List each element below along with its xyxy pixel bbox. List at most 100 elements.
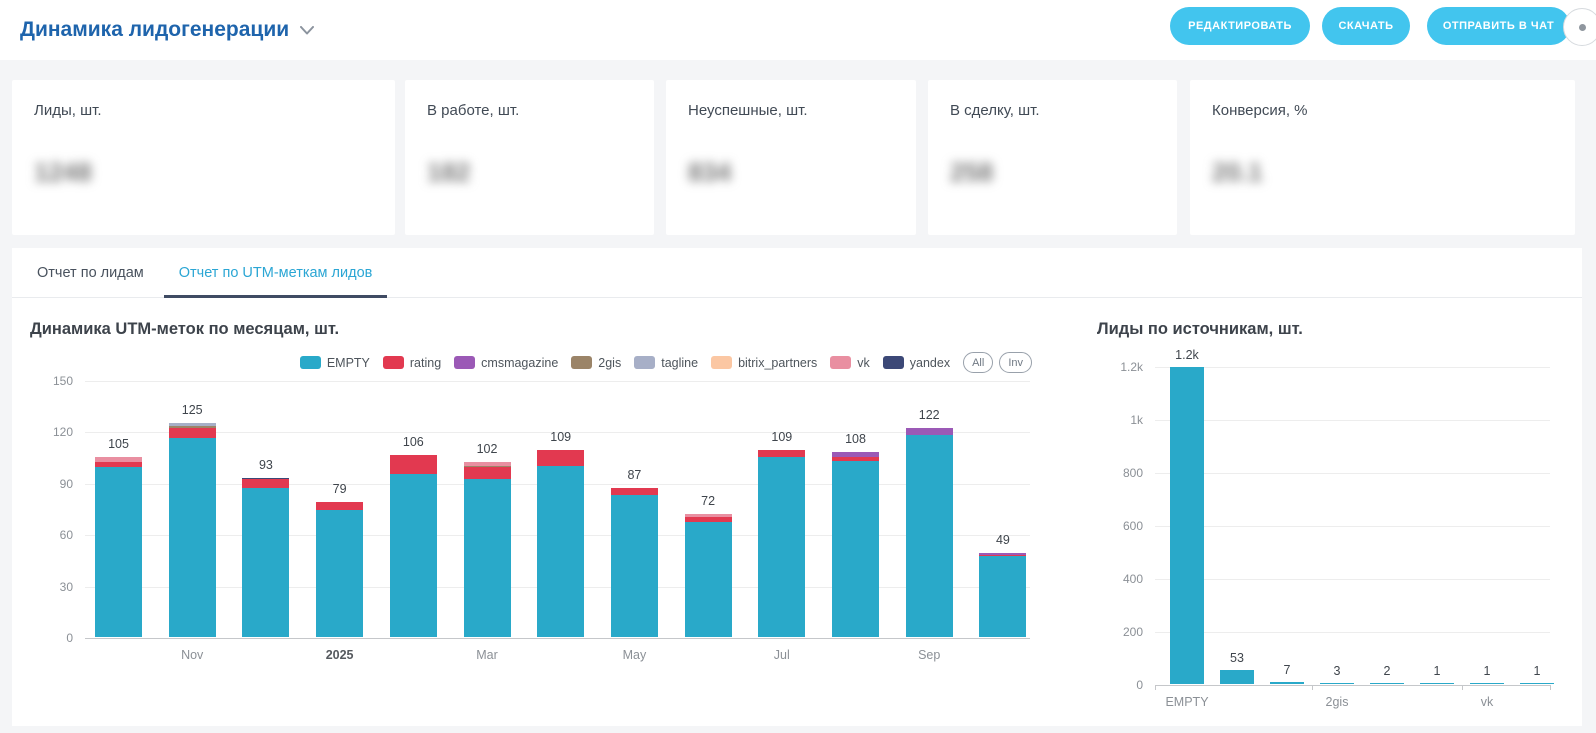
legend: EMPTY rating cmsmagazine 2gis tagline bitrix_… (12, 352, 1032, 373)
source-bar-EMPTY[interactable] (1170, 367, 1204, 684)
edit-button[interactable]: РЕДАКТИРОВАТЬ (1170, 7, 1310, 45)
legend-item-tagline[interactable]: tagline (634, 356, 698, 370)
legend-all-button[interactable]: All (963, 352, 993, 373)
kpi-title: Неуспешные, шт. (688, 102, 916, 119)
legend-swatch-icon (454, 356, 475, 369)
segment-cmsmagazine (906, 428, 953, 435)
more-menu-button[interactable] (1563, 8, 1596, 46)
source-bar-cmsmagazine[interactable] (1270, 682, 1304, 684)
source-bar-vk[interactable] (1470, 683, 1504, 684)
bar-total-label: 106 (403, 435, 424, 449)
gridline (1155, 420, 1550, 421)
stacked-bar-9[interactable] (685, 514, 732, 637)
bar-total-label: 49 (996, 533, 1010, 547)
segment-rating (390, 455, 437, 474)
download-button[interactable]: СКАЧАТЬ (1322, 7, 1410, 45)
bar-total-label: 109 (771, 430, 792, 444)
ellipsis-icon (1579, 24, 1586, 31)
y-tick-label: 150 (53, 374, 73, 388)
gridline (1155, 473, 1550, 474)
legend-item-cmsmagazine[interactable]: cmsmagazine (454, 356, 558, 370)
legend-swatch-icon (300, 356, 321, 369)
segment-EMPTY (758, 457, 805, 637)
x-tick-label: vk (1481, 695, 1494, 709)
segment-EMPTY (242, 488, 289, 637)
stacked-bar-1[interactable] (95, 457, 142, 637)
legend-label: vk (857, 356, 870, 370)
bar-total-label: 105 (108, 437, 129, 451)
legend-inv-button[interactable]: Inv (999, 352, 1032, 373)
x-tick-label: Jul (774, 648, 790, 662)
bar-value-label: 7 (1284, 663, 1291, 677)
segment-EMPTY (906, 435, 953, 637)
stacked-bar-12[interactable] (906, 428, 953, 637)
bar-total-label: 72 (701, 494, 715, 508)
bar-value-label: 1 (1484, 664, 1491, 678)
y-tick-label: 400 (1123, 572, 1143, 586)
legend-item-vk[interactable]: vk (830, 356, 870, 370)
segment-rating (242, 479, 289, 488)
bar-total-label: 109 (550, 430, 571, 444)
bar-total-label: 102 (477, 442, 498, 456)
x-tick-label: Nov (181, 648, 203, 662)
segment-rating (611, 488, 658, 495)
source-bar-bitrix_partners[interactable] (1420, 683, 1454, 684)
gridline (1155, 579, 1550, 580)
legend-item-EMPTY[interactable]: EMPTY (300, 356, 370, 370)
bar-value-label: 1 (1434, 664, 1441, 678)
legend-swatch-icon (830, 356, 851, 369)
stacked-bar-8[interactable] (611, 488, 658, 637)
dashboard-page: Динамика лидогенерации РЕДАКТИРОВАТЬ СКА… (0, 0, 1596, 733)
sources-chart-title: Лиды по источникам, шт. (1097, 320, 1303, 339)
report-panel: Отчет по лидам Отчет по UTM-меткам лидов… (12, 248, 1582, 726)
y-tick-label: 1k (1130, 413, 1143, 427)
kpi-card-converted: В сделку, шт. 258 (928, 80, 1177, 235)
utm-chart-plot: 0306090120150105125Nov93792025106102Mar1… (85, 381, 1030, 638)
gridline (1155, 367, 1550, 368)
legend-label: 2gis (598, 356, 621, 370)
gridline (85, 638, 1030, 639)
kpi-title: В работе, шт. (427, 102, 654, 119)
legend-label: EMPTY (327, 356, 370, 370)
stacked-bar-7[interactable] (537, 450, 584, 637)
stacked-bar-5[interactable] (390, 455, 437, 637)
bar-value-label: 3 (1334, 664, 1341, 678)
tab-leads-report[interactable]: Отчет по лидам (22, 248, 159, 297)
bar-total-label: 93 (259, 458, 273, 472)
y-tick-label: 600 (1123, 519, 1143, 533)
report-tabs: Отчет по лидам Отчет по UTM-меткам лидов (12, 248, 1582, 298)
page-header: Динамика лидогенерации РЕДАКТИРОВАТЬ СКА… (0, 0, 1596, 60)
source-bar-yandex[interactable] (1520, 683, 1554, 684)
gridline (1155, 526, 1550, 527)
stacked-bar-6[interactable] (464, 462, 511, 637)
y-tick-label: 90 (60, 477, 73, 491)
report-title-dropdown[interactable]: Динамика лидогенерации (20, 0, 314, 60)
source-bar-rating[interactable] (1220, 670, 1254, 684)
stacked-bar-13[interactable] (979, 553, 1026, 637)
segment-EMPTY (979, 556, 1026, 637)
source-bar-2gis[interactable] (1320, 683, 1354, 684)
x-tick-label: Sep (918, 648, 940, 662)
y-tick-label: 120 (53, 425, 73, 439)
stacked-bar-2[interactable] (169, 423, 216, 637)
tab-utm-report[interactable]: Отчет по UTM-меткам лидов (164, 248, 388, 297)
kpi-card-leads: Лиды, шт. 1248 (12, 80, 395, 235)
stacked-bar-3[interactable] (242, 478, 289, 637)
legend-items: EMPTY rating cmsmagazine 2gis tagline bitrix_… (300, 356, 950, 370)
sources-chart-plot: 02004006008001k1.2k1.2kEMPTY53732gis211v… (1155, 367, 1550, 685)
segment-EMPTY (832, 461, 879, 637)
source-bar-tagline[interactable] (1370, 683, 1404, 684)
stacked-bar-4[interactable] (316, 502, 363, 637)
legend-item-bitrix_partners[interactable]: bitrix_partners (711, 356, 817, 370)
bar-total-label: 122 (919, 408, 940, 422)
bar-total-label: 125 (182, 403, 203, 417)
stacked-bar-10[interactable] (758, 450, 805, 637)
legend-item-2gis[interactable]: 2gis (571, 356, 621, 370)
stacked-bar-11[interactable] (832, 452, 879, 637)
chevron-down-icon (300, 26, 314, 35)
legend-item-yandex[interactable]: yandex (883, 356, 950, 370)
segment-rating (169, 428, 216, 438)
send-to-chat-button[interactable]: ОТПРАВИТЬ В ЧАТ (1427, 7, 1570, 45)
bar-value-label: 2 (1384, 664, 1391, 678)
legend-item-rating[interactable]: rating (383, 356, 441, 370)
